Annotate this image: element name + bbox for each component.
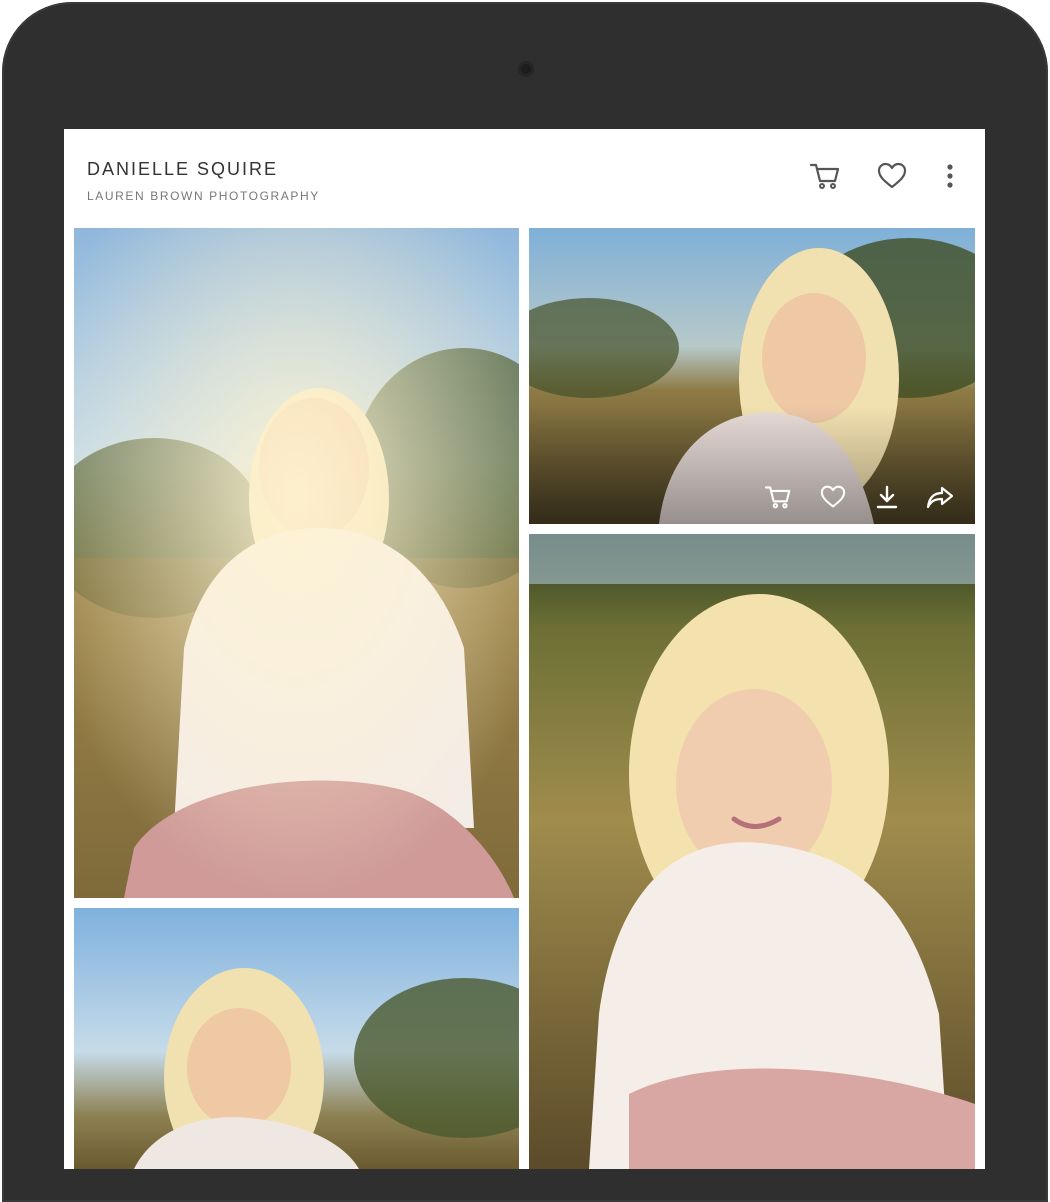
download-icon [876, 485, 898, 509]
photo-share-button[interactable] [925, 482, 955, 512]
photo-image [529, 534, 975, 1169]
cart-icon [764, 486, 791, 509]
more-options-button[interactable] [933, 159, 967, 193]
gallery-header: DANIELLE SQUIRE LAUREN BROWN PHOTOGRAPHY [64, 129, 985, 228]
photo-image [74, 228, 519, 898]
front-camera [518, 61, 534, 77]
heart-icon [820, 485, 846, 508]
photo-favorite-button[interactable] [818, 482, 848, 512]
photo-cart-button[interactable] [763, 482, 793, 512]
gallery-photo-hovered[interactable] [529, 228, 975, 524]
gallery-photo[interactable] [74, 908, 519, 1169]
gallery-photo[interactable] [529, 534, 975, 1169]
gallery-title: DANIELLE SQUIRE [87, 159, 279, 179]
gallery-subtitle: LAUREN BROWN PHOTOGRAPHY [87, 189, 320, 203]
photo-image [74, 908, 519, 1169]
photo-download-button[interactable] [872, 482, 902, 512]
heart-icon [877, 162, 907, 189]
cart-button[interactable] [808, 159, 842, 193]
more-vertical-icon [947, 164, 953, 188]
share-icon [926, 486, 954, 509]
photo-actions-overlay [529, 464, 975, 524]
favorite-button[interactable] [875, 159, 909, 193]
cart-icon [809, 163, 840, 189]
gallery-screen: DANIELLE SQUIRE LAUREN BROWN PHOTOGRAPHY [64, 129, 985, 1169]
gallery-photo[interactable] [74, 228, 519, 898]
